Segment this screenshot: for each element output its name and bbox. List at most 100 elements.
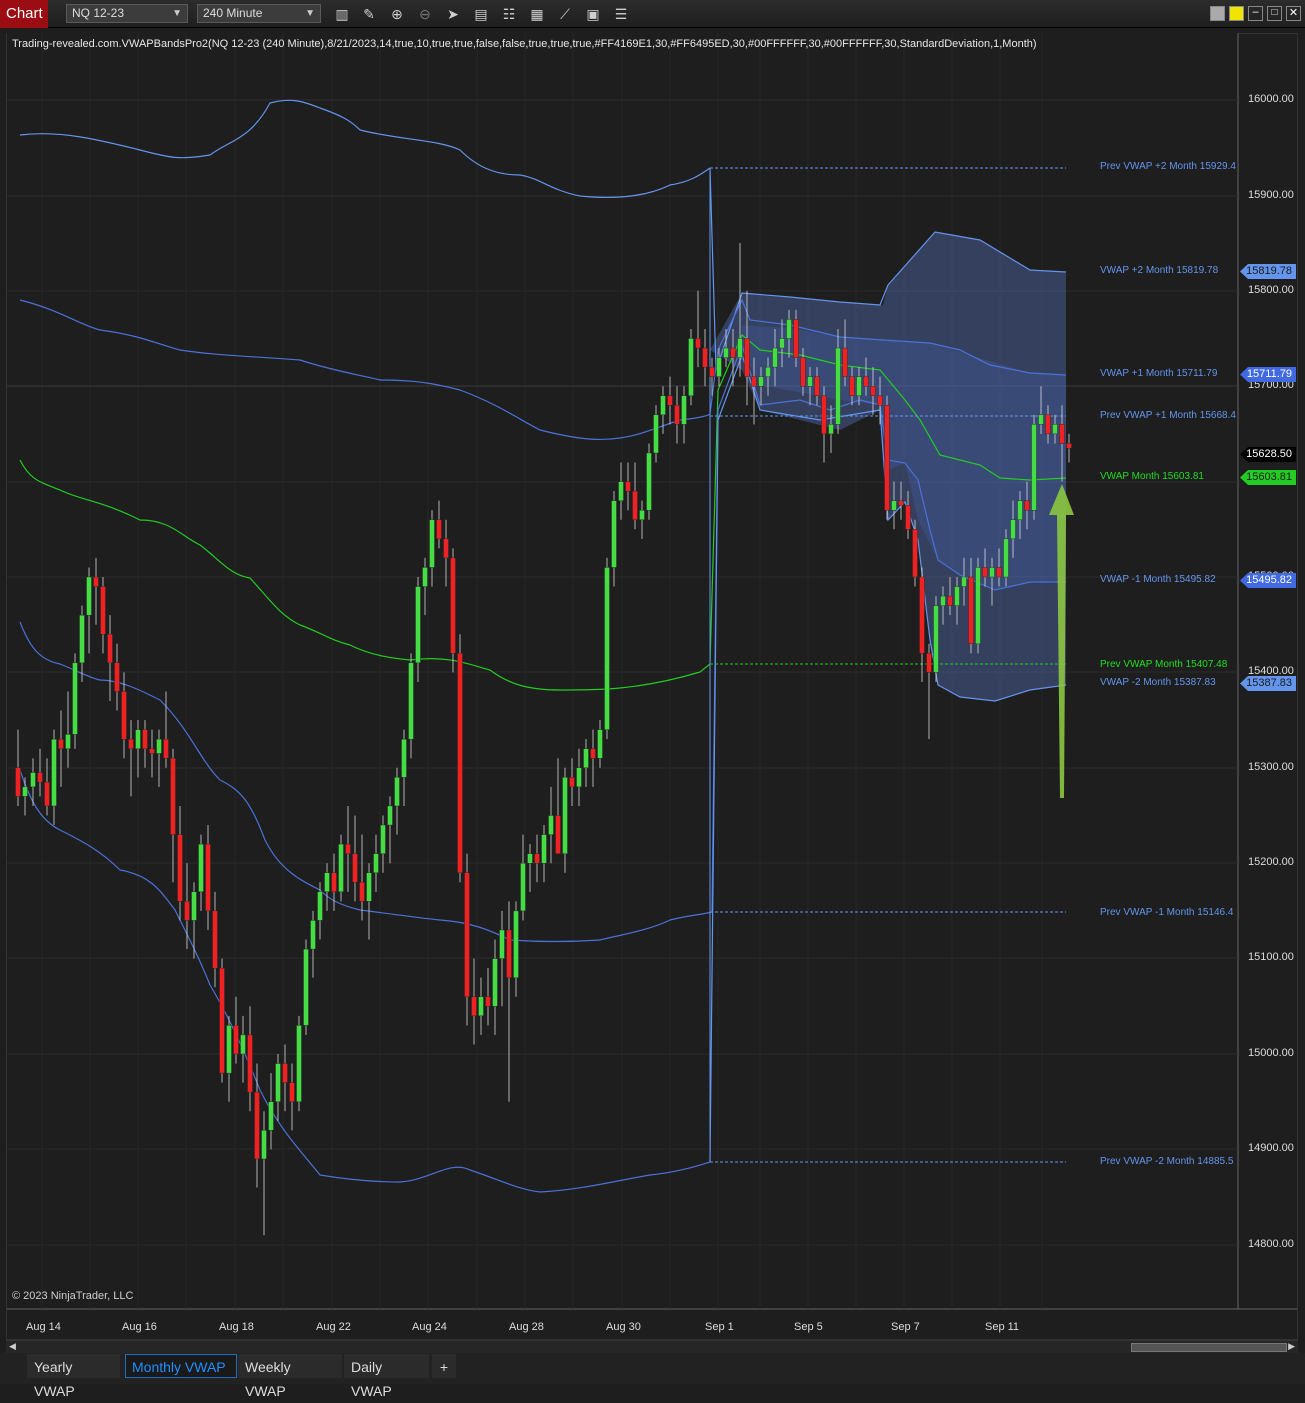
candle-up bbox=[723, 347, 729, 358]
y-axis-tick-label: 15100.00 bbox=[1248, 951, 1294, 963]
tab-weekly-vwap[interactable]: Weekly VWAP bbox=[238, 1354, 342, 1399]
candle-up bbox=[604, 567, 610, 730]
candle-down bbox=[905, 505, 911, 530]
candle-up bbox=[387, 805, 393, 826]
y-axis-tick-label: 15800.00 bbox=[1248, 284, 1294, 296]
add-tab-button[interactable]: + bbox=[432, 1354, 456, 1378]
candle-down bbox=[555, 815, 561, 854]
candle-down bbox=[534, 853, 540, 864]
candle-up bbox=[373, 853, 379, 873]
candle-down bbox=[121, 691, 127, 740]
candle-down bbox=[506, 929, 512, 978]
tab-yearly-vwap[interactable]: Yearly VWAP bbox=[27, 1354, 120, 1399]
candle-down bbox=[751, 376, 757, 387]
band-value-label: Prev VWAP +1 Month 15668.4 bbox=[1100, 410, 1236, 421]
y-axis-tick-label: 15200.00 bbox=[1248, 856, 1294, 868]
candle-up bbox=[422, 567, 428, 587]
candle-down bbox=[282, 1063, 288, 1083]
candle-up bbox=[765, 366, 771, 377]
candle-up bbox=[954, 586, 960, 606]
candle-up bbox=[86, 576, 92, 616]
candle-up bbox=[310, 920, 316, 950]
candle-up bbox=[933, 605, 939, 673]
candle-down bbox=[142, 729, 148, 749]
candle-up bbox=[1038, 414, 1044, 425]
candle-up bbox=[1017, 500, 1023, 520]
candle-down bbox=[485, 996, 491, 1007]
candle-up bbox=[226, 1025, 232, 1074]
candle-up bbox=[401, 738, 407, 778]
candle-up bbox=[618, 481, 624, 501]
candle-up bbox=[856, 376, 862, 396]
x-axis-tick-label: Sep 7 bbox=[891, 1321, 920, 1333]
y-axis-tick-label: 16000.00 bbox=[1248, 93, 1294, 105]
candle-up bbox=[79, 614, 85, 664]
y-axis-tick-label: 15400.00 bbox=[1248, 665, 1294, 677]
x-axis-tick-label: Aug 30 bbox=[606, 1321, 641, 1333]
band-value-label: VWAP -1 Month 15495.82 bbox=[1100, 574, 1216, 585]
x-axis-tick-label: Aug 14 bbox=[26, 1321, 61, 1333]
scroll-thumb[interactable] bbox=[1131, 1343, 1287, 1352]
candle-down bbox=[107, 634, 113, 664]
candle-down bbox=[821, 395, 827, 435]
candle-up bbox=[380, 824, 386, 854]
candle-down bbox=[464, 872, 470, 997]
candle-down bbox=[674, 405, 680, 425]
candle-up bbox=[961, 576, 967, 587]
candle-down bbox=[205, 843, 211, 912]
band-value-label: Prev VWAP +2 Month 15929.4 bbox=[1100, 161, 1236, 172]
candle-up bbox=[737, 338, 743, 358]
candle-down bbox=[219, 967, 225, 1074]
price-marker-tag: 15819.78 bbox=[1240, 264, 1296, 279]
y-axis-tick-label: 14800.00 bbox=[1248, 1238, 1294, 1250]
candle-down bbox=[632, 490, 638, 520]
candle-up bbox=[303, 948, 309, 1026]
x-axis-tick-label: Aug 24 bbox=[412, 1321, 447, 1333]
candle-up bbox=[1010, 519, 1016, 540]
candle-up bbox=[30, 772, 36, 788]
candle-up bbox=[583, 748, 589, 768]
tab-monthly-vwap[interactable]: Monthly VWAP bbox=[125, 1354, 237, 1378]
candle-down bbox=[884, 405, 890, 511]
band-value-label: VWAP -2 Month 15387.83 bbox=[1100, 677, 1216, 688]
candle-down bbox=[128, 738, 134, 749]
band-value-label: Prev VWAP Month 15407.48 bbox=[1100, 659, 1228, 670]
candle-up bbox=[940, 595, 946, 606]
tab-daily-vwap[interactable]: Daily VWAP bbox=[344, 1354, 429, 1399]
candle-down bbox=[44, 781, 50, 807]
candle-down bbox=[702, 347, 708, 368]
candle-down bbox=[863, 376, 869, 387]
indicator-title: Trading-revealed.com.VWAPBandsPro2(NQ 12… bbox=[12, 38, 1037, 50]
candle-down bbox=[968, 576, 974, 644]
candle-down bbox=[471, 996, 477, 1017]
candle-down bbox=[184, 901, 190, 921]
candle-up bbox=[72, 662, 78, 735]
candle-down bbox=[709, 366, 715, 377]
candle-down bbox=[247, 1034, 253, 1093]
candle-down bbox=[849, 376, 855, 396]
candle-up bbox=[548, 815, 554, 835]
candle-up bbox=[324, 872, 330, 893]
candle-down bbox=[1059, 424, 1065, 444]
candle-up bbox=[156, 738, 162, 754]
x-axis-tick-label: Aug 18 bbox=[219, 1321, 254, 1333]
candle-up bbox=[758, 376, 764, 387]
candle-up bbox=[653, 414, 659, 454]
candle-down bbox=[814, 376, 820, 396]
candle-up bbox=[807, 376, 813, 387]
candle-up bbox=[681, 395, 687, 425]
candle-up bbox=[828, 424, 834, 435]
candle-down bbox=[37, 772, 43, 783]
candle-up bbox=[191, 891, 197, 921]
candle-up bbox=[541, 834, 547, 864]
price-chart[interactable] bbox=[0, 0, 1305, 1384]
x-axis-tick-label: Sep 1 bbox=[705, 1321, 734, 1333]
candle-up bbox=[317, 891, 323, 921]
candle-up bbox=[513, 910, 519, 978]
candle-down bbox=[569, 777, 575, 788]
candle-up bbox=[394, 777, 400, 807]
candle-down bbox=[15, 767, 21, 797]
horizontal-scrollbar[interactable]: ◀ ▶ bbox=[6, 1340, 1298, 1353]
scroll-right-icon[interactable]: ▶ bbox=[1288, 1341, 1295, 1352]
scroll-left-icon[interactable]: ◀ bbox=[9, 1341, 16, 1352]
